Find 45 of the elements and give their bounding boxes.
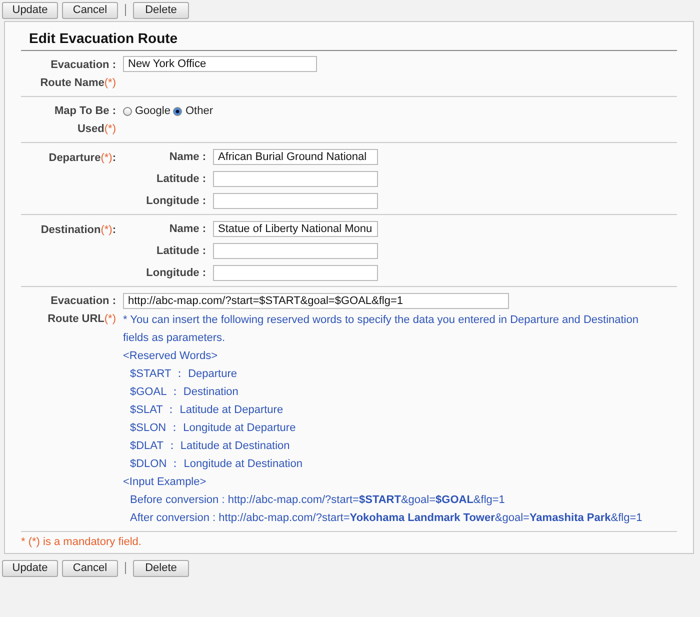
page-title: Edit Evacuation Route xyxy=(21,30,677,51)
field-label: Latitude : xyxy=(156,173,206,185)
footnote: * (*) is a mandatory field. xyxy=(21,535,142,548)
help-text: $SLAT ： Latitude at Departure xyxy=(129,403,284,418)
help-text: $SLON ： Longitude at Departure xyxy=(129,421,297,436)
input-field[interactable]: African Burial Ground National xyxy=(213,149,378,165)
toolbar-button[interactable]: Cancel xyxy=(62,2,118,18)
field-label: Longitude : xyxy=(145,195,206,207)
help-text: $DLON ： Longitude at Destination xyxy=(129,457,304,472)
help-text: $GOAL ： Destination xyxy=(129,385,240,400)
field-label: Route URL(*) xyxy=(48,312,116,327)
radio-label: Google xyxy=(135,105,170,117)
toolbar-button[interactable]: Cancel xyxy=(62,560,118,576)
field-label: Destination(*): xyxy=(40,223,116,238)
input-field[interactable] xyxy=(213,265,378,281)
radio-label: Other xyxy=(185,105,213,117)
toolbar-button[interactable]: Delete xyxy=(133,560,189,576)
field-label: Evacuation : xyxy=(50,58,116,73)
input-field[interactable]: Statue of Liberty National Monu xyxy=(213,221,378,237)
input-field[interactable]: New York Office xyxy=(123,56,317,72)
field-label: Departure(*): xyxy=(48,151,116,166)
help-text: $DLAT ： Latitude at Destination xyxy=(129,439,291,454)
help-text: <Input Example> xyxy=(123,475,208,490)
help-text: $START ： Departure xyxy=(129,367,238,382)
toolbar-button[interactable]: Update xyxy=(2,560,58,576)
field-label: Name : xyxy=(168,223,206,235)
field-label: Map To Be : xyxy=(54,104,116,119)
input-field[interactable] xyxy=(213,193,378,209)
field-label: Used(*) xyxy=(77,122,116,137)
input-field[interactable] xyxy=(213,243,378,259)
help-text: Before conversion : http://abc-map.com/?start=$START&goal=$GOAL&flg=1 xyxy=(129,493,506,508)
input-field[interactable]: http://abc-map.com/?start=$START&goal=$GOAL&flg=1 xyxy=(123,293,509,309)
help-text: <Reserved Words> xyxy=(123,349,219,364)
field-label: Route Name(*) xyxy=(40,76,116,91)
radio-button[interactable] xyxy=(173,106,182,116)
radio-button[interactable] xyxy=(123,106,132,116)
field-label: Name : xyxy=(168,151,206,163)
help-text: * You can insert the following reserved words to specify the data you entered in Departure and Destination fields as parameters. xyxy=(123,313,640,346)
field-label: Evacuation : xyxy=(50,294,116,309)
toolbar-button[interactable]: Update xyxy=(2,2,58,18)
toolbar-button[interactable]: Delete xyxy=(133,2,189,18)
help-text: After conversion : http://abc-map.com/?start=Yokohama Landmark Tower&goal=Yamashita Park&flg=1 xyxy=(129,511,644,526)
field-label: Longitude : xyxy=(145,267,206,279)
input-field[interactable] xyxy=(213,171,378,187)
field-label: Latitude : xyxy=(156,245,206,257)
